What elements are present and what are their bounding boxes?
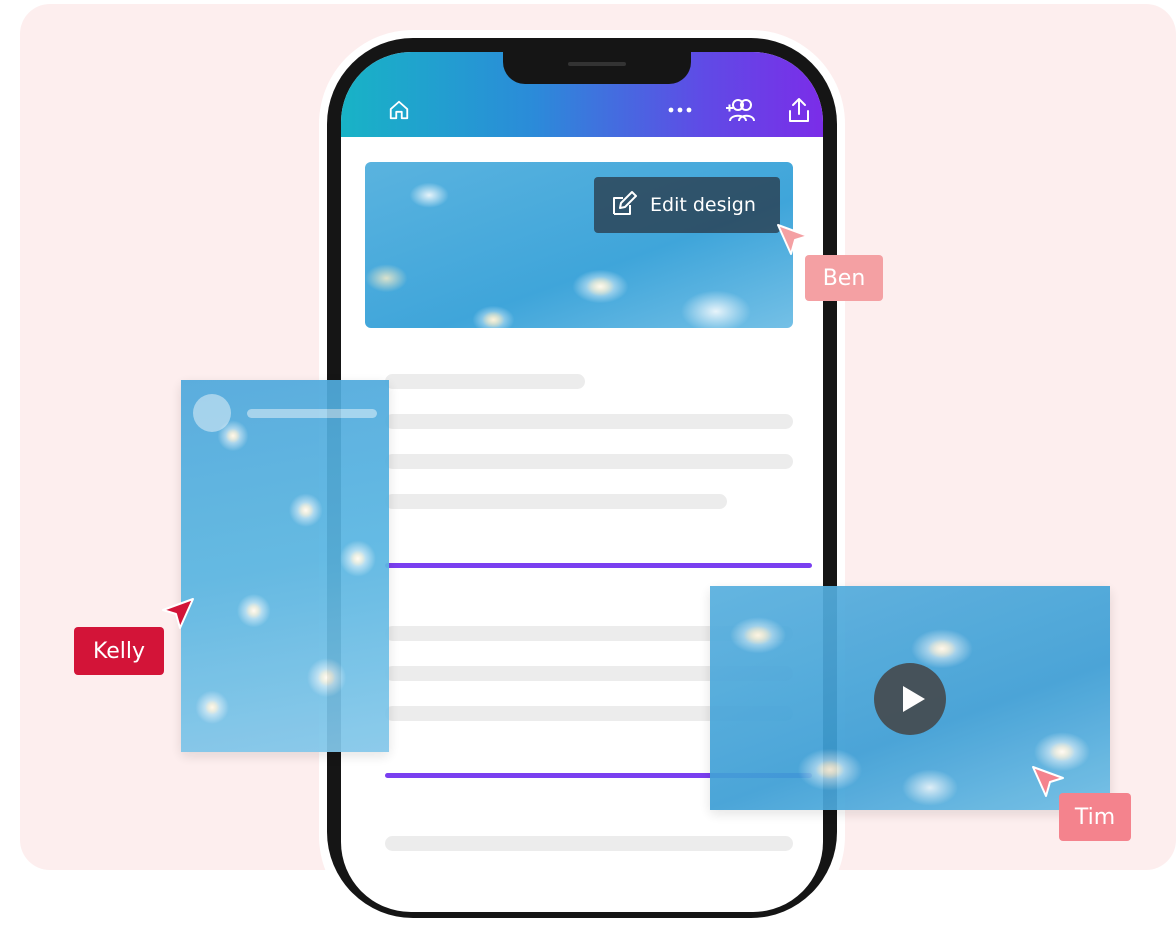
placeholder-line <box>247 409 377 418</box>
placeholder-line <box>385 414 793 429</box>
cursor-pointer-icon <box>777 224 809 255</box>
purple-divider <box>385 563 812 568</box>
placeholder-line <box>385 494 727 509</box>
home-icon[interactable] <box>385 96 413 124</box>
upload-icon[interactable] <box>785 94 813 126</box>
pencil-edit-icon <box>613 191 637 215</box>
avatar <box>193 394 231 432</box>
phone-notch <box>503 52 691 84</box>
edit-design-button[interactable]: Edit design <box>594 177 780 233</box>
social-post-card[interactable] <box>181 380 389 752</box>
collaborator-name: Tim <box>1074 804 1116 830</box>
placeholder-heading <box>385 374 585 389</box>
add-people-icon[interactable] <box>723 94 757 126</box>
collaborator-tag-kelly: Kelly <box>74 627 164 675</box>
collaborator-name: Kelly <box>92 638 146 664</box>
hero-image: Edit design <box>365 162 793 328</box>
placeholder-line <box>385 454 793 469</box>
placeholder-line <box>385 836 793 851</box>
play-icon <box>903 686 925 712</box>
play-button[interactable] <box>874 663 946 735</box>
cursor-pointer-icon <box>162 598 194 629</box>
collaborator-tag-tim: Tim <box>1059 793 1131 841</box>
collaborator-name: Ben <box>822 265 866 291</box>
more-horizontal-icon[interactable] <box>665 96 695 124</box>
collaborator-tag-ben: Ben <box>805 255 883 301</box>
edit-design-label: Edit design <box>650 194 756 216</box>
